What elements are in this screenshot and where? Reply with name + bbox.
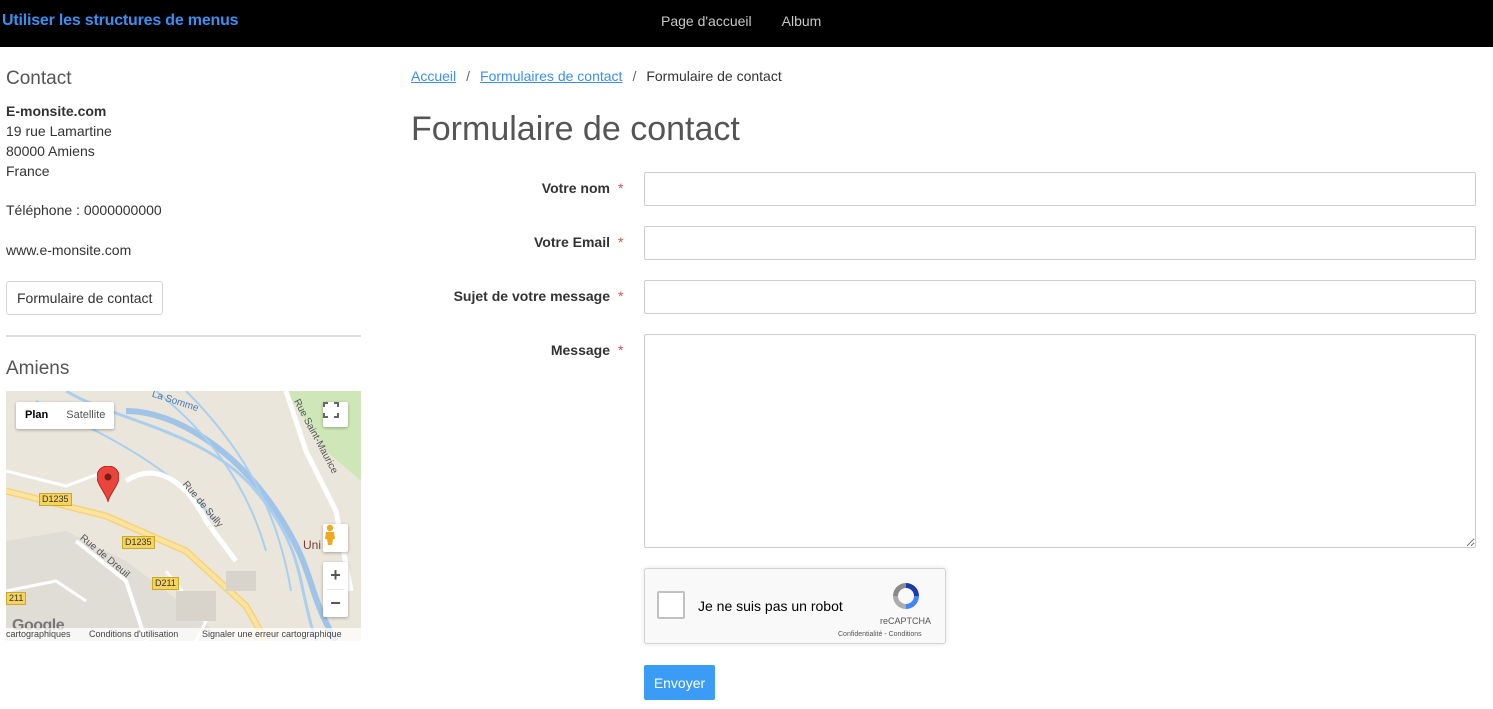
breadcrumb: Accueil / Formulaires de contact / Formu… (411, 68, 782, 84)
breadcrumb-home[interactable]: Accueil (411, 68, 456, 84)
recaptcha-widget: Je ne suis pas un robot reCAPTCHA Confid… (644, 568, 946, 644)
map-terms-link[interactable]: Conditions d'utilisation (89, 628, 178, 641)
map-data-credit: cartographiques (6, 629, 71, 639)
subject-field[interactable] (644, 280, 1476, 314)
breadcrumb-current: Formulaire de contact (646, 68, 782, 84)
map-type-control: Plan Satellite (16, 402, 115, 429)
recaptcha-icon (893, 583, 919, 609)
contact-address: E-monsite.com 19 rue Lamartine 80000 Ami… (6, 101, 112, 181)
map-title: Amiens (6, 358, 70, 379)
top-navbar: Utiliser les structures de menus Page d'… (0, 0, 1493, 47)
nav-link-home[interactable]: Page d'accueil (661, 13, 752, 29)
recaptcha-checkbox[interactable] (657, 591, 685, 619)
recaptcha-brand: reCAPTCHA (880, 616, 932, 626)
divider (6, 335, 361, 337)
zoom-control: + − (323, 562, 348, 617)
address-line: 19 rue Lamartine (6, 123, 112, 139)
name-label: Votre nom (541, 180, 610, 196)
map[interactable]: La Somme Rue Saint-Maurice Rue de Sully … (6, 391, 361, 641)
nav-links: Page d'accueil Album (661, 13, 821, 29)
contact-title: Contact (6, 68, 72, 89)
breadcrumb-separator: / (466, 68, 471, 84)
address-line: France (6, 163, 50, 179)
company-name: E-monsite.com (6, 103, 107, 119)
road-label: D1235 (122, 536, 155, 549)
required-mark: * (618, 342, 624, 358)
website-text: www.e-monsite.com (6, 242, 132, 258)
nav-link-album[interactable]: Album (782, 13, 822, 29)
name-field[interactable] (644, 172, 1476, 206)
contact-form-button[interactable]: Formulaire de contact (6, 281, 164, 315)
message-label: Message (550, 342, 610, 358)
email-label: Votre Email (534, 234, 610, 250)
brand-link[interactable]: Utiliser les structures de menus (2, 12, 239, 30)
breadcrumb-forms[interactable]: Formulaires de contact (480, 68, 622, 84)
map-footer: cartographiques Conditions d'utilisation… (6, 628, 361, 641)
map-type-plan[interactable]: Plan (16, 402, 57, 429)
road-label: D211 (152, 577, 179, 590)
map-marker-icon[interactable] (97, 466, 119, 502)
required-mark: * (618, 288, 624, 304)
required-mark: * (618, 180, 624, 196)
pegman-icon[interactable] (323, 524, 348, 552)
map-report-link[interactable]: Signaler une erreur cartographique (202, 628, 342, 641)
phone-text: Téléphone : 0000000000 (6, 202, 162, 218)
recaptcha-label: Je ne suis pas un robot (698, 598, 843, 614)
zoom-in-button[interactable]: + (323, 562, 348, 589)
page-title: Formulaire de contact (411, 110, 740, 148)
zoom-out-button[interactable]: − (323, 590, 348, 617)
map-type-satellite[interactable]: Satellite (57, 402, 114, 429)
recaptcha-links[interactable]: Confidentialité - Conditions (838, 631, 922, 638)
submit-button[interactable]: Envoyer (644, 665, 715, 700)
address-line: 80000 Amiens (6, 143, 95, 159)
breadcrumb-separator: / (632, 68, 637, 84)
email-field[interactable] (644, 226, 1476, 260)
message-field[interactable] (644, 334, 1476, 548)
subject-label: Sujet de votre message (453, 288, 610, 304)
required-mark: * (618, 234, 624, 250)
road-label: D1235 (39, 493, 72, 506)
fullscreen-icon[interactable] (323, 402, 348, 427)
road-label: 211 (6, 592, 27, 605)
